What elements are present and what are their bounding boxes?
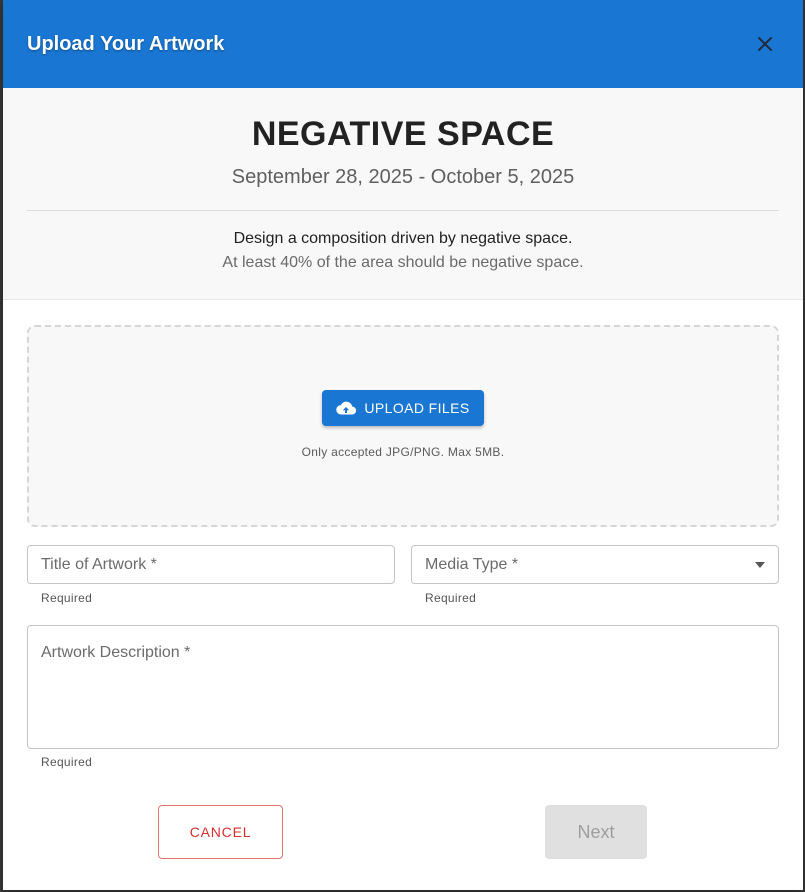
title-helper-text: Required [41, 591, 93, 605]
close-button[interactable] [747, 26, 783, 62]
media-type-helper-text: Required [425, 591, 477, 605]
dialog-title: Upload Your Artwork [27, 32, 225, 55]
media-type-label: Media Type * [425, 556, 519, 573]
upload-files-label: UPLOAD FILES [364, 400, 470, 416]
artwork-description-field[interactable]: Artwork Description * [27, 625, 779, 749]
upload-files-button[interactable]: UPLOAD FILES [322, 390, 484, 426]
upload-hint: Only accepted JPG/PNG. Max 5MB. [301, 445, 505, 459]
artwork-description-label: Artwork Description * [41, 644, 191, 661]
title-of-artwork-field[interactable]: Title of Artwork * [27, 545, 395, 584]
close-icon [758, 37, 772, 51]
challenge-dates: September 28, 2025 - October 5, 2025 [231, 166, 575, 188]
dialog-header: Upload Your Artwork [3, 0, 803, 88]
prompt-divider [27, 210, 779, 211]
next-button[interactable]: Next [545, 805, 647, 859]
file-dropzone[interactable]: UPLOAD FILES Only accepted JPG/PNG. Max … [27, 325, 779, 527]
challenge-rule: At least 40% of the area should be negat… [222, 254, 584, 271]
challenge-title: NEGATIVE SPACE [251, 115, 555, 153]
upload-artwork-dialog: Upload Your Artwork NEGATIVE SPACE Septe… [3, 0, 803, 890]
media-type-select[interactable]: Media Type * [411, 545, 779, 584]
cancel-button[interactable]: CANCEL [158, 805, 283, 859]
caret-down-icon [755, 562, 765, 568]
description-helper-text: Required [41, 755, 93, 769]
title-of-artwork-label: Title of Artwork * [41, 556, 157, 573]
challenge-prompt: NEGATIVE SPACE September 28, 2025 - Octo… [3, 88, 803, 300]
cloud-upload-icon [336, 401, 357, 415]
challenge-description: Design a composition driven by negative … [233, 230, 573, 247]
